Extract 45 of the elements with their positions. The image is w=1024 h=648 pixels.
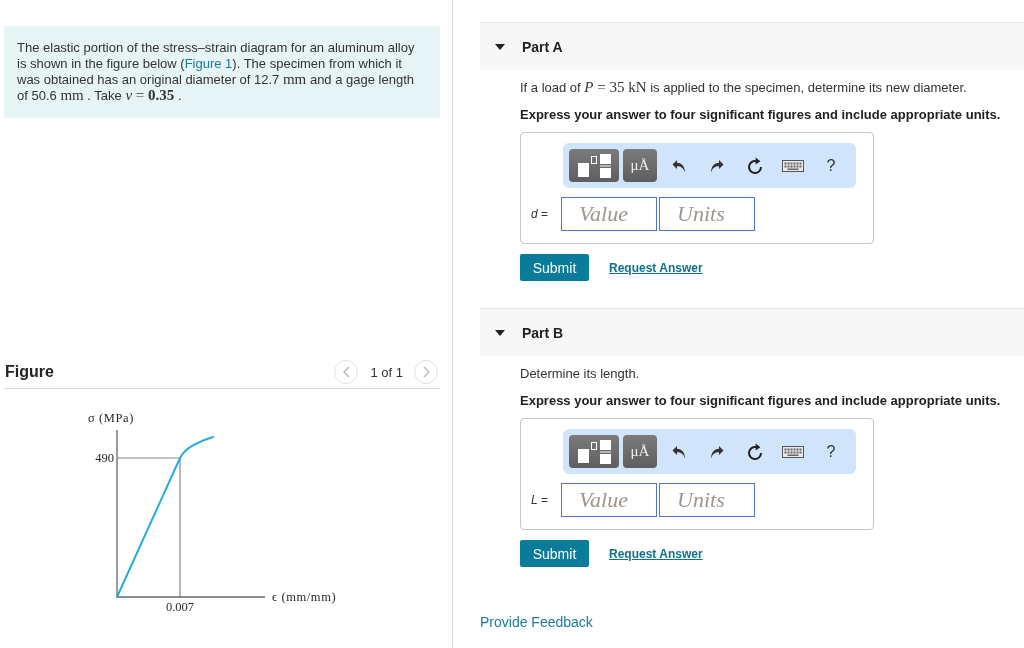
figure-heading: Figure [5,363,54,381]
instruction-text: Express your answer to four significant figures and include appropriate units. [520,107,1002,123]
figure-link[interactable]: Figure 1 [184,56,233,71]
submit-button[interactable]: Submit [520,540,589,567]
part-header[interactable]: Part A [480,22,1024,70]
request-answer-link[interactable]: Request Answer [609,260,703,275]
instruction-text: Express your answer to four significant figures and include appropriate units. [520,393,1002,409]
part-title: Part A [522,38,563,55]
variable-label: L = [531,493,549,507]
tick-label: 490 [95,451,114,465]
question-text: If a load of P = 35 kN is applied to the specimen, determine its new diameter. [520,80,968,96]
chevron-left-icon [342,366,350,378]
part-header[interactable]: Part B [480,308,1024,356]
templates-button[interactable] [569,149,619,182]
submit-button[interactable]: Submit [520,254,589,281]
circular-arrow-icon [746,442,764,461]
units-input[interactable]: Units [659,483,756,517]
value-input[interactable]: Value [561,197,658,231]
chevron-right-icon [422,366,430,378]
units-input[interactable]: Units [659,197,756,231]
request-answer-link[interactable]: Request Answer [609,546,703,561]
page-counter: 1 of 1 [370,364,403,380]
squares-fraction-icon [577,439,611,464]
squares-fraction-icon [577,153,611,178]
feedback-link[interactable]: Provide Feedback [480,614,593,630]
curved-left-arrow-icon [672,444,686,459]
axis-title: ϵ (mm/mm) [272,590,337,604]
templates-button[interactable] [569,435,619,468]
question-text: Determine its length. [520,366,641,382]
symbols-button[interactable]: μÅ [623,149,657,182]
help-button[interactable]: ? [812,149,850,182]
curved-left-arrow-icon [672,158,686,173]
keyboard-icon [782,159,804,172]
circular-arrow-icon [746,156,764,175]
axis-title: σ (MPa) [88,411,134,425]
tick-label: 0.007 [165,600,195,614]
curved-right-arrow-icon [710,444,724,459]
value-input[interactable]: Value [561,483,658,517]
part-title: Part B [522,324,564,341]
variable-label: d = [531,207,549,221]
curved-right-arrow-icon [710,158,724,173]
help-button[interactable]: ? [812,435,850,468]
problem-text: The elastic portion of the stress–strain diagram for an aluminum alloy is shown in the figure below (Figure 1). The specimen from which it was obtained has an original diameter of 12.7 mm and a gage length of 50.6 mm . Take v = 0.35 . [17,40,416,104]
symbols-button[interactable]: μÅ [623,435,657,468]
keyboard-icon [782,445,804,458]
